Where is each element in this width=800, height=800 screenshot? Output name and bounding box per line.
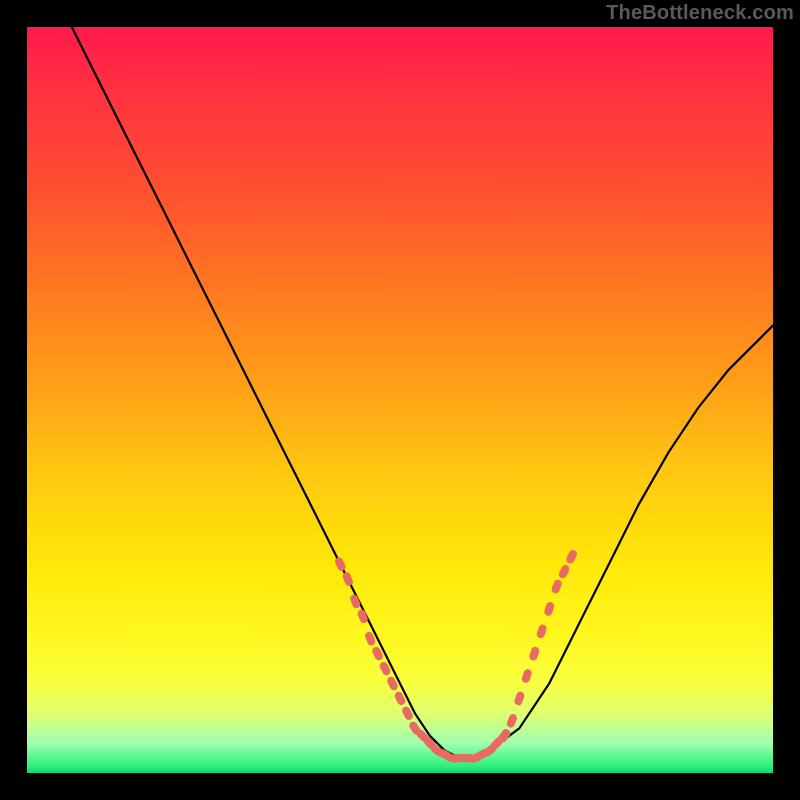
marker-dot — [550, 579, 563, 595]
marker-dot — [565, 549, 578, 565]
marker-dot — [557, 564, 570, 580]
series-curve — [72, 27, 773, 758]
marker-dot — [334, 556, 347, 572]
marker-dot — [506, 713, 519, 729]
chart-svg — [27, 27, 773, 773]
marker-dot — [528, 646, 540, 662]
marker-dot — [536, 623, 548, 639]
watermark-text: TheBottleneck.com — [606, 2, 794, 25]
marker-dot — [341, 571, 354, 587]
chart-frame — [27, 27, 773, 773]
marker-dot — [513, 690, 525, 706]
marker-dot — [521, 668, 533, 684]
marker-dot — [543, 601, 555, 617]
